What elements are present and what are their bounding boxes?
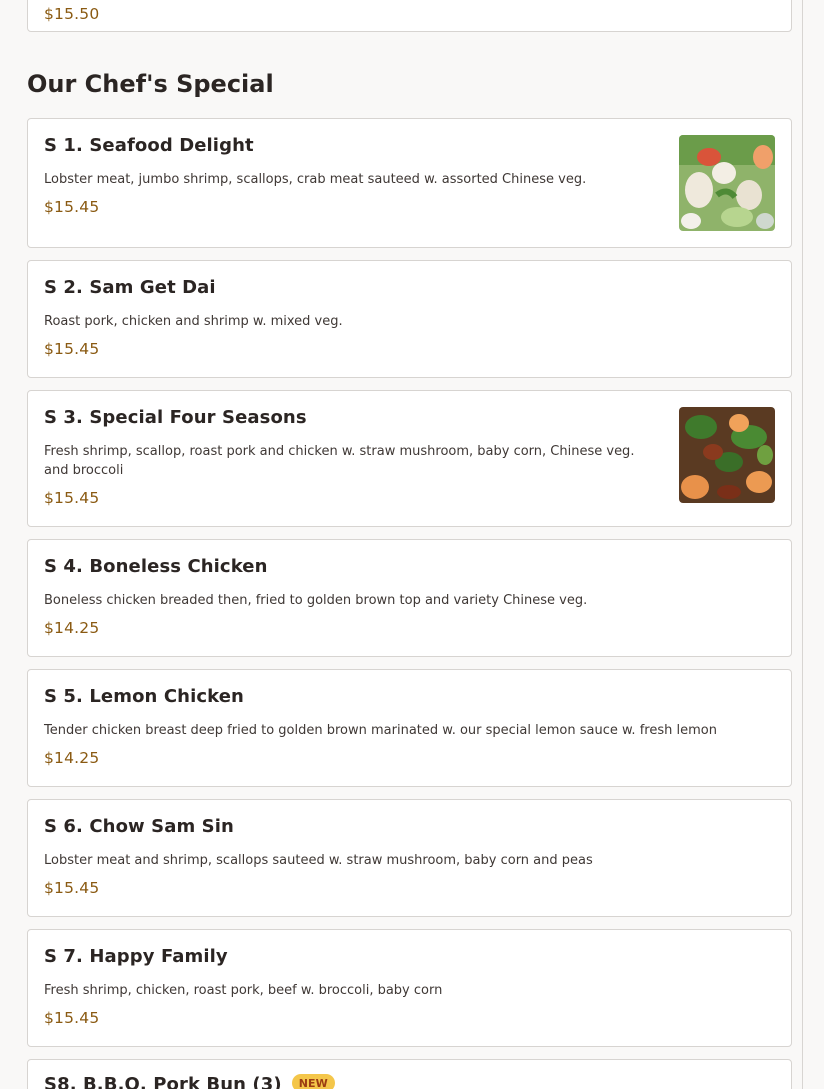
menu-item-name: S 6. Chow Sam Sin (44, 816, 234, 837)
menu-item-name: S 2. Sam Get Dai (44, 277, 216, 298)
menu-item-description: Roast pork, chicken and shrimp w. mixed … (44, 314, 343, 329)
four-seasons-photo (679, 407, 775, 503)
menu-item-card[interactable]: S 4. Boneless Chicken Boneless chicken b… (27, 539, 792, 657)
menu-item-name: S8. B.B.Q. Pork Bun (3) (44, 1074, 282, 1089)
menu-item-name-row: S8. B.B.Q. Pork Bun (3) NEW (44, 1074, 335, 1089)
menu-item-name: S 3. Special Four Seasons (44, 407, 307, 428)
menu-item-name: S 7. Happy Family (44, 946, 228, 967)
menu-item-price: $15.45 (44, 198, 100, 216)
menu-item-description: Fresh shrimp, scallop, roast pork and ch… (44, 444, 635, 478)
seafood-delight-photo (679, 135, 775, 231)
menu-item-price: $15.45 (44, 879, 100, 897)
menu-item-name: S 5. Lemon Chicken (44, 686, 244, 707)
menu-item-card[interactable]: S 5. Lemon Chicken Tender chicken breast… (27, 669, 792, 787)
menu-item-price: $15.45 (44, 1009, 100, 1027)
menu-item-card[interactable]: S 2. Sam Get Dai Roast pork, chicken and… (27, 260, 792, 378)
menu-item-card[interactable]: S 7. Happy Family Fresh shrimp, chicken,… (27, 929, 792, 1047)
menu-item-name: S 4. Boneless Chicken (44, 556, 268, 577)
menu-item-price: $14.25 (44, 749, 100, 767)
menu-item-card[interactable]: S 6. Chow Sam Sin Lobster meat and shrim… (27, 799, 792, 917)
new-badge: NEW (291, 1074, 335, 1089)
menu-item-description: Tender chicken breast deep fried to gold… (44, 723, 717, 738)
menu-item-price: $15.45 (44, 340, 100, 358)
menu-item-description: Fresh shrimp, chicken, roast pork, beef … (44, 983, 443, 998)
menu-item-price: $15.45 (44, 489, 100, 507)
menu-item-card-previous[interactable]: $15.50 (27, 0, 792, 32)
section-title: Our Chef's Special (27, 70, 274, 98)
menu-item-card[interactable]: S 1. Seafood Delight Lobster meat, jumbo… (27, 118, 792, 248)
menu-item-description: Boneless chicken breaded then, fried to … (44, 593, 588, 608)
menu-item-card[interactable]: S 3. Special Four Seasons Fresh shrimp, … (27, 390, 792, 527)
menu-item-price: $14.25 (44, 619, 100, 637)
menu-page: $15.50 Our Chef's Special S 1. Seafood D… (0, 0, 824, 1089)
menu-item-description: Lobster meat and shrimp, scallops sautee… (44, 853, 593, 868)
menu-item-description: Lobster meat, jumbo shrimp, scallops, cr… (44, 172, 587, 187)
menu-item-card[interactable]: S8. B.B.Q. Pork Bun (3) NEW (27, 1059, 792, 1089)
menu-content: $15.50 Our Chef's Special S 1. Seafood D… (0, 0, 803, 1089)
menu-item-name: S 1. Seafood Delight (44, 135, 254, 156)
menu-item-price: $15.50 (44, 5, 100, 23)
